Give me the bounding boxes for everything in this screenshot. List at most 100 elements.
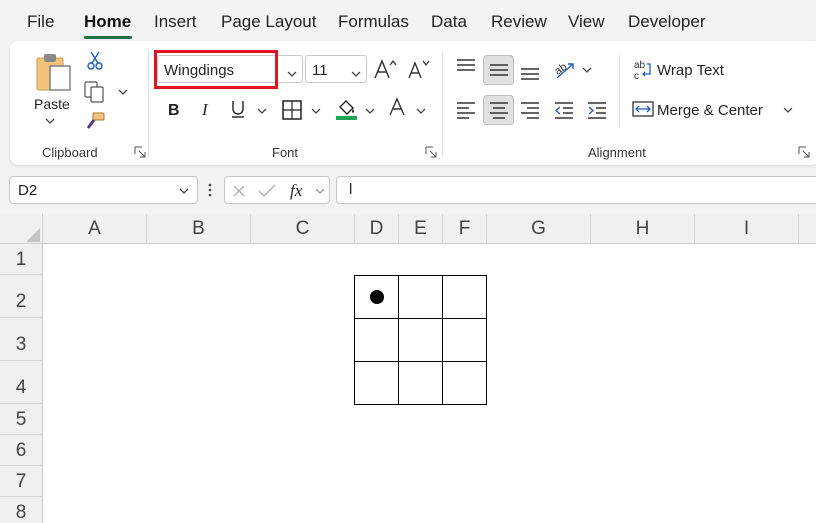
top-align-icon[interactable] [455,58,477,76]
enter-checkmark-icon[interactable] [258,184,276,198]
alignment-launcher-icon[interactable] [798,146,810,158]
row-header-3[interactable]: 3 [0,318,43,361]
clipboard-launcher-icon[interactable] [134,146,146,158]
merge-center-button[interactable]: Merge & Center [657,102,763,119]
paste-icon[interactable] [34,52,74,94]
underline-chevron-icon[interactable] [256,107,268,115]
row-header-4[interactable]: 4 [0,361,43,404]
name-box-value: D2 [18,182,38,199]
italic-icon[interactable]: I [199,100,215,118]
column-header-h[interactable]: H [591,214,695,244]
menu-view[interactable]: View [568,12,605,32]
column-header-f[interactable]: F [443,214,487,244]
group-separator [148,50,149,158]
group-separator [619,55,620,127]
wrap-text-button[interactable]: Wrap Text [657,62,724,79]
cell-border-line [354,275,487,276]
align-center-button[interactable] [483,95,514,125]
column-header-d[interactable]: D [355,214,399,244]
cell-border-line [486,275,487,405]
merge-center-icon[interactable] [632,100,654,118]
bold-icon[interactable]: B [166,100,182,118]
menu-bar: File Home Insert Page Layout Formulas Da… [0,0,816,44]
cell-border-line [354,361,487,362]
svg-text:c: c [634,71,639,81]
fill-color-icon[interactable] [335,97,359,121]
cell-border-line [354,404,487,405]
font-size-chevron-icon[interactable] [350,65,362,81]
font-group-label: Font [272,145,299,160]
svg-text:I: I [201,100,209,118]
more-options-icon[interactable] [207,183,213,197]
alignment-group-label: Alignment [588,145,646,160]
wrap-text-icon[interactable]: ab c [633,59,653,81]
column-header-overflow [799,214,816,244]
row-header-8[interactable]: 8 [0,497,43,523]
menu-file[interactable]: File [27,12,54,32]
cell-border-line [398,275,399,405]
font-launcher-icon[interactable] [425,146,437,158]
copy-icon[interactable] [84,81,106,103]
menu-page-layout[interactable]: Page Layout [221,12,316,32]
underline-icon[interactable] [229,99,247,119]
name-box[interactable]: D2 [9,176,198,204]
formula-value: l [349,181,353,198]
font-name-highlight [154,50,278,89]
increase-font-size-icon[interactable] [373,58,397,80]
orientation-icon[interactable]: ab [553,58,577,80]
menu-insert[interactable]: Insert [154,12,197,32]
borders-icon[interactable] [281,99,303,121]
cell-border-line [442,275,443,405]
column-header-e[interactable]: E [399,214,443,244]
name-box-chevron-icon[interactable] [178,187,190,195]
font-size-combobox[interactable]: 11 [305,55,367,83]
row-header-5[interactable]: 5 [0,404,43,435]
row-header-6[interactable]: 6 [0,435,43,466]
format-painter-icon[interactable] [84,112,106,132]
menu-review[interactable]: Review [491,12,547,32]
fx-label: fx [290,181,303,200]
copy-dropdown-chevron-icon[interactable] [117,88,129,96]
menu-home[interactable]: Home [84,12,131,32]
menu-developer[interactable]: Developer [628,12,706,32]
menu-data[interactable]: Data [431,12,467,32]
column-header-b[interactable]: B [147,214,251,244]
font-color-chevron-icon[interactable] [415,107,427,115]
merge-center-chevron-icon[interactable] [782,106,794,114]
borders-chevron-icon[interactable] [310,107,322,115]
row-header-7[interactable]: 7 [0,466,43,497]
column-header-g[interactable]: G [487,214,591,244]
column-header-c[interactable]: C [251,214,355,244]
decrease-font-size-icon[interactable] [407,58,431,80]
svg-text:ab: ab [634,60,646,71]
fill-color-chevron-icon[interactable] [364,107,376,115]
middle-align-button[interactable] [483,55,514,85]
menu-formulas[interactable]: Formulas [338,12,409,32]
align-left-icon[interactable] [455,101,477,119]
insert-function-icon[interactable]: fx [289,180,311,202]
font-name-chevron-icon[interactable] [286,65,298,81]
select-all-icon[interactable] [26,228,40,242]
clipboard-group-label: Clipboard [42,145,98,160]
column-header-a[interactable]: A [43,214,147,244]
paste-label[interactable]: Paste [34,96,70,112]
group-separator [442,50,443,158]
align-right-icon[interactable] [519,101,541,119]
formula-input[interactable]: l [336,176,816,204]
orientation-chevron-icon[interactable] [581,66,593,74]
column-header-i[interactable]: I [695,214,799,244]
formula-controls: fx [224,176,330,204]
active-tab-indicator [84,36,132,39]
fx-chevron-icon[interactable] [314,187,326,195]
cell-d2-bullet[interactable] [370,290,384,304]
chevron-down-icon[interactable] [44,117,56,125]
decrease-indent-icon[interactable] [553,101,575,119]
cancel-icon[interactable] [232,184,246,198]
increase-indent-icon[interactable] [586,101,608,119]
font-color-icon[interactable] [388,97,408,121]
bottom-align-icon[interactable] [519,63,541,81]
row-header-1[interactable]: 1 [0,244,43,275]
row-header-2[interactable]: 2 [0,275,43,318]
sheet-grid[interactable] [0,214,816,523]
cut-icon[interactable] [86,50,104,70]
